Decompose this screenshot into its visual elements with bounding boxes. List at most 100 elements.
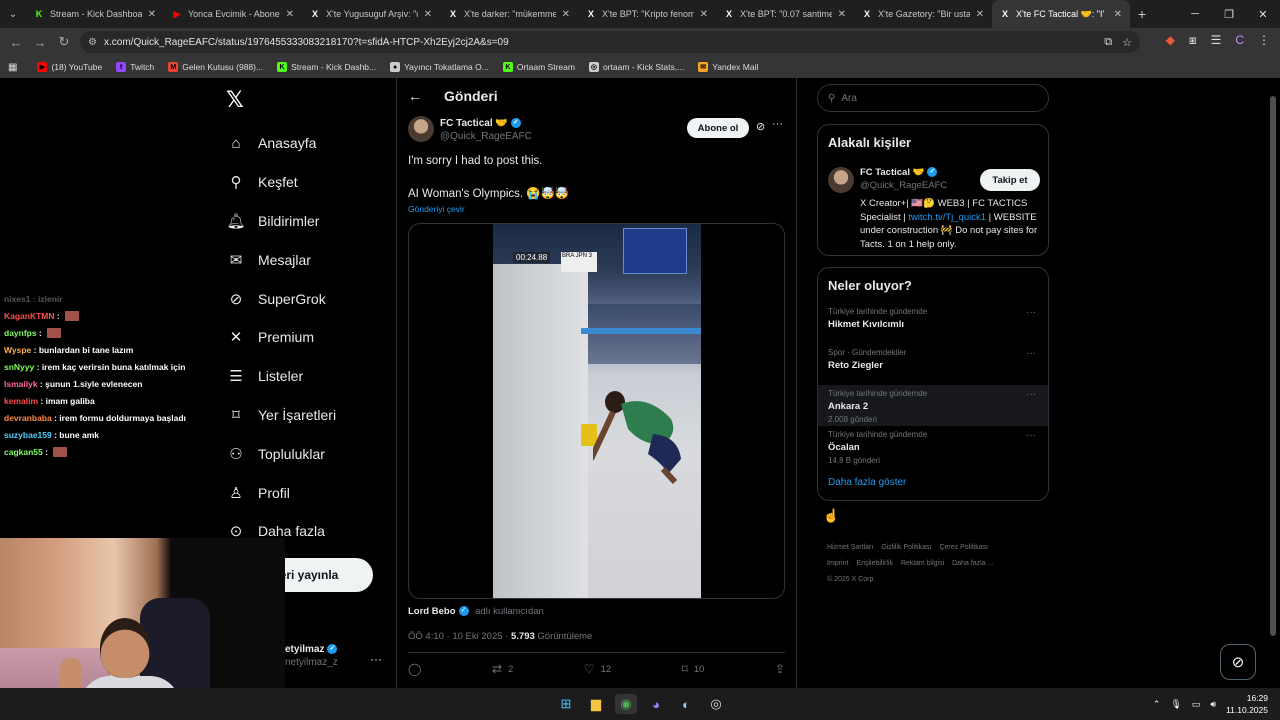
footer-link[interactable]: Imprint: [827, 560, 848, 567]
video-player[interactable]: 00:24.88 BRA JPN 3: [493, 224, 701, 598]
chat-user[interactable]: cagkan55: [4, 447, 43, 457]
browser-tab[interactable]: X X'te BPT: "0.07 santimetre ✕: [716, 0, 854, 28]
bookmark-item[interactable]: ◎ ortaam - Kick Stats,...: [588, 62, 684, 72]
trend-item[interactable]: Türkiye tarihinde gündemde Hikmet Kıvılcı…: [818, 303, 1048, 344]
account-more-icon[interactable]: ···: [370, 652, 382, 666]
trend-item[interactable]: Türkiye tarihinde gündemde Ankara 2 2.008 …: [818, 385, 1048, 426]
post-media[interactable]: 00:24.88 BRA JPN 3: [408, 223, 785, 599]
trend-more-icon[interactable]: ···: [1026, 430, 1036, 441]
chat-user[interactable]: suzybae159: [4, 430, 52, 440]
chat-user[interactable]: kemalim: [4, 396, 38, 406]
new-tab-button[interactable]: +: [1130, 6, 1154, 22]
back-arrow-icon[interactable]: ←: [408, 88, 422, 104]
footer-link[interactable]: © 2025 X Corp.: [827, 576, 875, 583]
browser-tab[interactable]: X X'te FC Tactical 🤝: "I' ✕: [992, 0, 1130, 28]
bookmark-item[interactable]: ● Yayıncı Tokatlama O...: [390, 62, 489, 72]
footer-link[interactable]: Hizmet Şartları: [827, 544, 873, 551]
post-time[interactable]: ÖÖ 4:10 · 10 Eki 2025 ·: [408, 631, 511, 642]
translate-link[interactable]: Gönderiyi çevir: [408, 204, 465, 214]
trend-item[interactable]: Türkiye tarihinde gündemde Öcalan 14,8 B g…: [818, 426, 1048, 467]
tab-close-icon[interactable]: ✕: [286, 9, 294, 20]
media-icon[interactable]: ☰: [1211, 33, 1222, 48]
tab-close-icon[interactable]: ✕: [700, 9, 708, 20]
footer-link[interactable]: Reklam bilgisi: [901, 560, 944, 567]
subscribe-button[interactable]: Abone ol: [687, 118, 749, 138]
account-switcher[interactable]: etyilmaz ✓ netyilmaz_z: [285, 644, 338, 668]
bookmark-item[interactable]: ▶ (18) YouTube: [37, 62, 102, 72]
nav-item-anasayfa[interactable]: ⌂ Anasayfa: [226, 124, 336, 163]
steam-icon[interactable]: ◐: [675, 694, 697, 714]
tab-search-button[interactable]: ⌄: [0, 0, 26, 28]
tab-close-icon[interactable]: ✕: [976, 9, 984, 20]
repost-button[interactable]: ⇄ 2: [492, 662, 513, 676]
scrollbar[interactable]: [1270, 84, 1276, 684]
bio-link[interactable]: twitch.tv/Tj_quick1: [908, 212, 986, 223]
chat-user[interactable]: devranbaba: [4, 413, 52, 423]
clock[interactable]: 16:29 11.10.2025: [1226, 692, 1268, 716]
show-more-link[interactable]: Daha fazla göster: [818, 467, 1048, 500]
x-logo-icon[interactable]: 𝕏: [226, 88, 244, 113]
share-button[interactable]: ⇪: [775, 662, 785, 676]
related-avatar[interactable]: [828, 167, 854, 193]
discord-icon[interactable]: ◕: [645, 694, 667, 714]
minimize-button[interactable]: ─: [1178, 0, 1212, 28]
footer-link[interactable]: Erişilebilirlik: [856, 560, 893, 567]
reply-button[interactable]: ◯: [408, 662, 421, 676]
chat-user[interactable]: KaganKTMN: [4, 311, 55, 321]
back-button[interactable]: ←: [4, 35, 28, 50]
related-user[interactable]: FC Tactical 🤝 ✓ @Quick_RageEAFC: [860, 167, 947, 191]
follow-button[interactable]: Takip et: [980, 169, 1040, 191]
bookmark-item[interactable]: K Stream - Kick Dashb...: [277, 62, 376, 72]
browser-tab[interactable]: X X'te Gazetory: "Bir usta, k ✕: [854, 0, 992, 28]
tray-chevron-icon[interactable]: ⌃: [1153, 699, 1161, 710]
grok-fab-button[interactable]: ⊘: [1220, 644, 1256, 680]
trend-more-icon[interactable]: ···: [1026, 389, 1036, 400]
obs-icon[interactable]: ◎: [705, 694, 727, 714]
scrollbar-thumb[interactable]: [1270, 96, 1276, 636]
search-input[interactable]: ⚲ Ara: [817, 84, 1049, 112]
bookmark-item[interactable]: t Twitch: [116, 62, 154, 72]
url-field[interactable]: ⚙ x.com/Quick_RageEAFC/status/1976455333…: [80, 31, 1140, 53]
bookmark-item[interactable]: M Gelen Kutusu (988)...: [168, 62, 263, 72]
maximize-button[interactable]: ❐: [1212, 0, 1246, 28]
footer-link[interactable]: Gizlilik Politikası: [881, 544, 931, 551]
microphone-icon[interactable]: 🎙︎: [1170, 699, 1181, 710]
grok-icon[interactable]: ⊘: [756, 120, 765, 133]
profile-avatar-icon[interactable]: C: [1235, 33, 1244, 48]
nav-item-profil[interactable]: ♙ Profil: [226, 473, 336, 512]
start-icon[interactable]: ⊞: [555, 694, 577, 714]
volume-icon[interactable]: 🔊︎: [1210, 699, 1216, 710]
menu-kebab-icon[interactable]: ⋮: [1258, 33, 1270, 48]
site-info-icon[interactable]: ⚙: [88, 37, 97, 48]
browser-tab[interactable]: X X'te darker: "mükemmel v ✕: [440, 0, 578, 28]
bookmark-star-icon[interactable]: ☆: [1122, 36, 1132, 49]
chat-user[interactable]: nixes1: [4, 294, 30, 304]
extension-icon[interactable]: ◆: [1166, 33, 1175, 48]
bookmark-item[interactable]: ✉ Yandex Mail: [698, 62, 758, 72]
trend-more-icon[interactable]: ···: [1026, 307, 1036, 318]
tab-close-icon[interactable]: ✕: [1114, 9, 1122, 20]
browser-tab[interactable]: K Stream - Kick Dashboard ✕: [26, 0, 164, 28]
chat-user[interactable]: Ismailyk: [4, 379, 38, 389]
author-info[interactable]: FC Tactical 🤝 ✓ @Quick_RageEAFC: [440, 118, 532, 142]
file-explorer-icon[interactable]: ▆: [585, 694, 607, 714]
reload-button[interactable]: ↻: [52, 34, 76, 50]
chat-user[interactable]: snNyyy: [4, 362, 34, 372]
tab-close-icon[interactable]: ✕: [424, 9, 432, 20]
close-window-button[interactable]: ✕: [1246, 0, 1280, 28]
tab-close-icon[interactable]: ✕: [838, 9, 846, 20]
bookmark-item[interactable]: K Ortaam Stream: [502, 62, 575, 72]
nav-item-mesajlar[interactable]: ✉ Mesajlar: [226, 240, 336, 279]
install-app-icon[interactable]: ⧉: [1104, 36, 1112, 49]
trend-more-icon[interactable]: ···: [1026, 348, 1036, 359]
network-icon[interactable]: ▭: [1192, 699, 1201, 710]
browser-tab[interactable]: X X'te Yugusuguf Arşiv: "dü ✕: [302, 0, 440, 28]
tab-close-icon[interactable]: ✕: [148, 9, 156, 20]
trend-item[interactable]: Spor · Gündemdekiler Reto Ziegler ···: [818, 344, 1048, 385]
bookmark-button[interactable]: ⌑ 10: [682, 662, 705, 676]
chat-user[interactable]: daynfps: [4, 328, 37, 338]
source-name[interactable]: Lord Bebo: [408, 606, 456, 617]
puzzle-icon[interactable]: ⧆: [1189, 33, 1197, 48]
tab-close-icon[interactable]: ✕: [562, 9, 570, 20]
nav-item-bildirimler[interactable]: 🔔︎ Bildirimler: [226, 202, 336, 241]
